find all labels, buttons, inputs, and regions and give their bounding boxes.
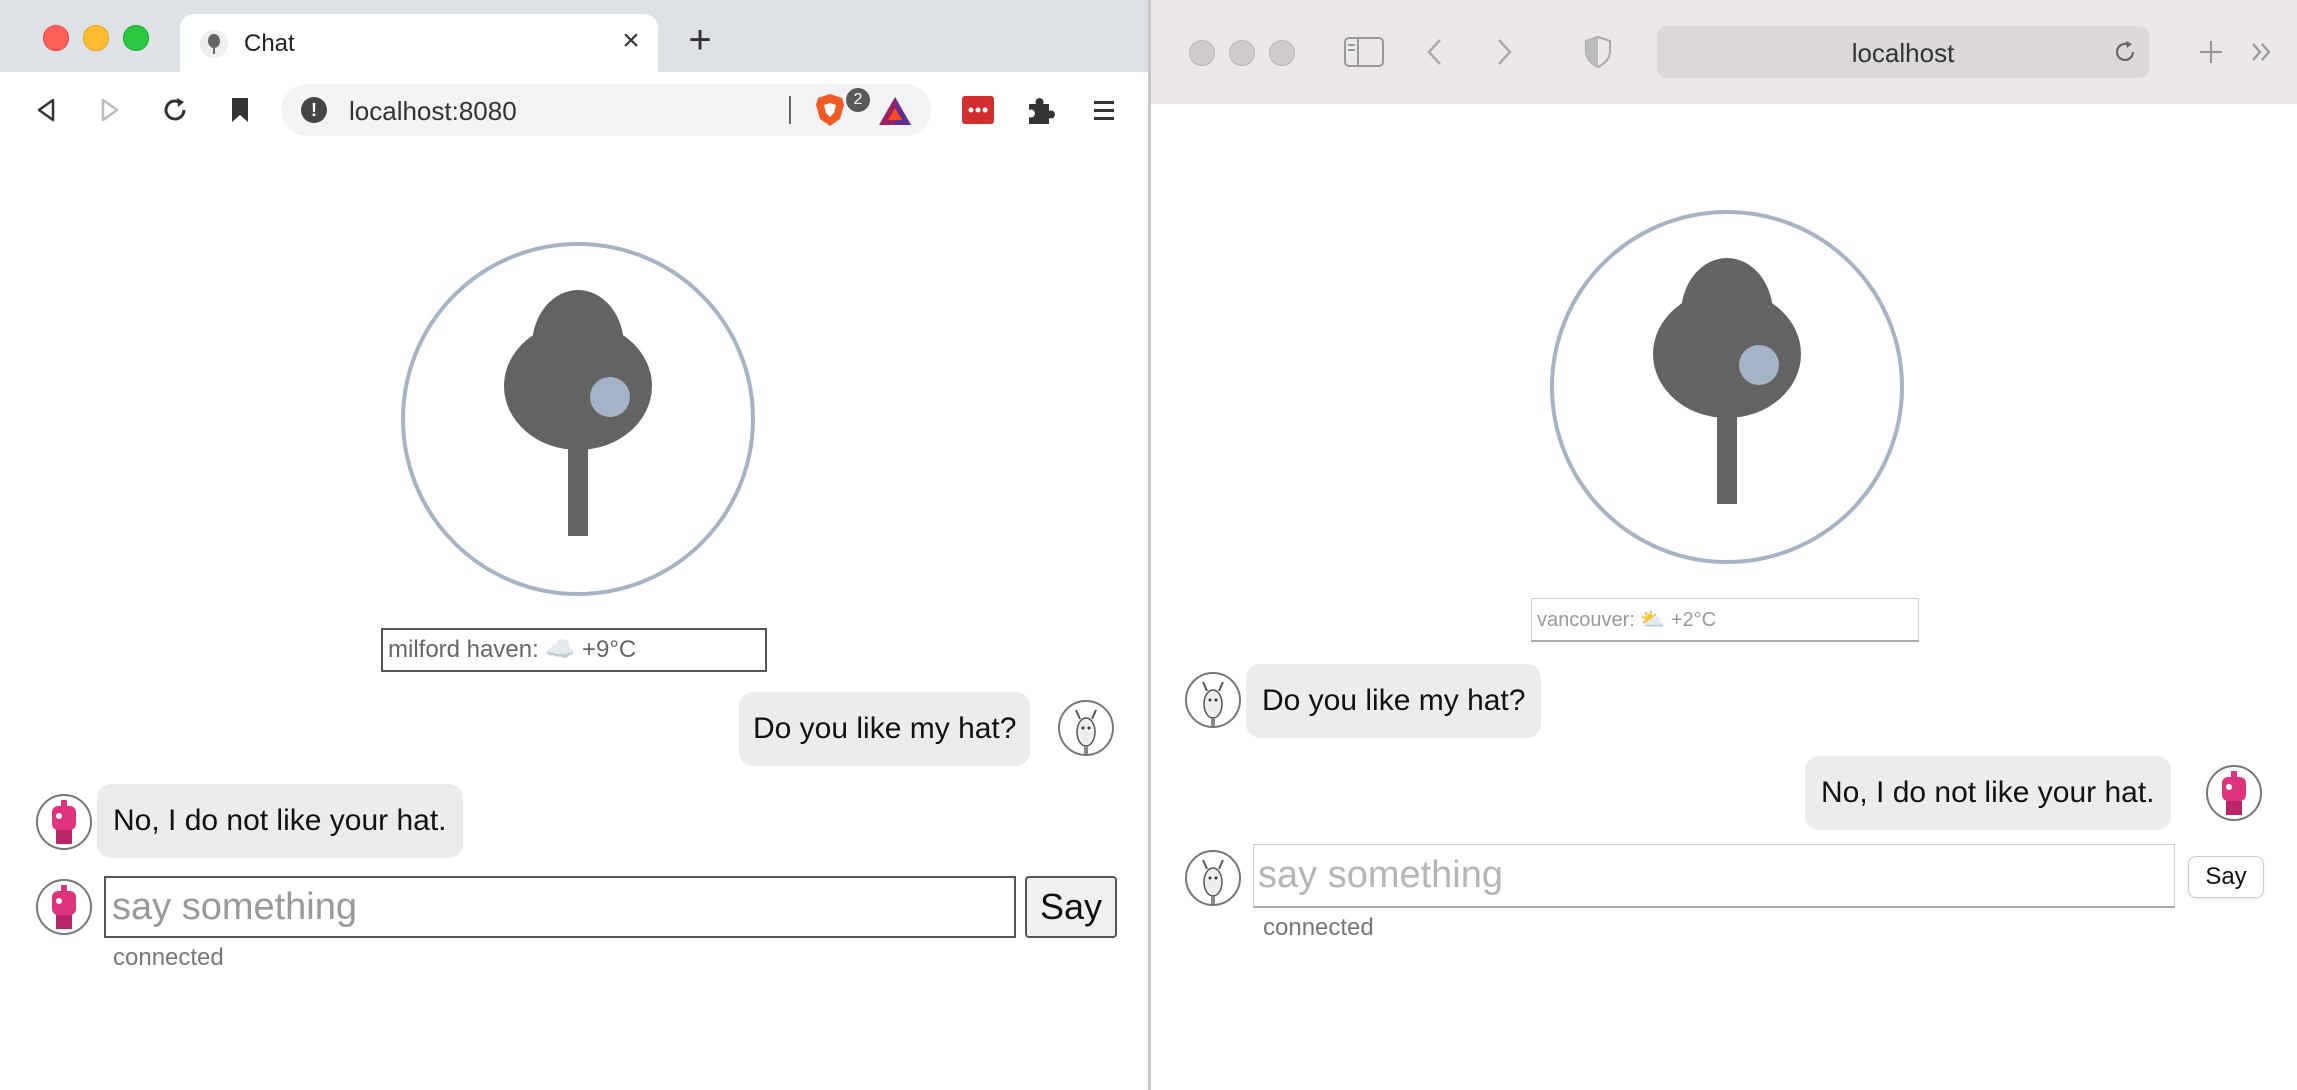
tab-title: Chat <box>244 30 295 57</box>
site-info-icon[interactable]: ! <box>301 97 327 123</box>
message-input[interactable]: say something <box>104 876 1016 938</box>
pink-robot-avatar <box>2206 765 2262 821</box>
overflow-chevron-icon[interactable] <box>2242 32 2282 72</box>
menu-hamburger-icon[interactable] <box>1084 90 1124 130</box>
chat-message-bubble: Do you like my hat? <box>739 692 1031 766</box>
url-text: localhost:8080 <box>349 96 517 126</box>
zoom-window-button[interactable] <box>123 25 149 51</box>
weather-widget: vancouver: ⛅ +2°C <box>1531 598 1919 642</box>
say-button[interactable]: Say <box>1025 876 1117 938</box>
pink-robot-avatar <box>36 794 92 850</box>
bat-rewards-icon[interactable] <box>876 92 914 130</box>
extensions-puzzle-icon[interactable] <box>1021 90 1061 130</box>
connection-status: connected <box>1263 914 1374 941</box>
pink-robot-avatar <box>36 879 92 935</box>
browser-toolbar: localhost <box>1151 0 2297 105</box>
forward-icon[interactable] <box>90 90 130 130</box>
close-window-button[interactable] <box>43 25 69 51</box>
forward-icon[interactable] <box>1484 32 1524 72</box>
connection-status: connected <box>113 944 224 971</box>
privacy-shield-icon[interactable] <box>1578 32 1618 72</box>
address-bar[interactable]: ! localhost:8080 2 <box>281 84 931 136</box>
brave-shields-icon[interactable] <box>811 91 849 129</box>
minimize-window-button[interactable] <box>1229 40 1255 66</box>
zoom-window-button[interactable] <box>1269 40 1295 66</box>
sidebar-toggle-icon[interactable] <box>1344 32 1384 72</box>
goat-avatar <box>1058 700 1114 756</box>
chat-message-bubble: Do you like my hat? <box>1246 664 1542 738</box>
back-icon[interactable] <box>26 90 66 130</box>
weather-widget: milford haven: ☁️ +9°C <box>381 628 767 672</box>
minimize-window-button[interactable] <box>83 25 109 51</box>
tree-logo-icon <box>1550 210 1904 564</box>
password-manager-extension-icon[interactable] <box>958 90 998 130</box>
tree-favicon-icon <box>200 30 228 58</box>
page-content: vancouver: ⛅ +2°C Do you like my hat? No… <box>1151 104 2297 1090</box>
safari-browser-window: localhost vancouver: ⛅ +2°C Do you like <box>1151 0 2297 1090</box>
new-tab-icon[interactable]: + <box>680 20 720 60</box>
omnibox-divider <box>789 96 791 124</box>
chat-message-bubble: No, I do not like your hat. <box>1805 756 2171 830</box>
tab-chat[interactable]: Chat × <box>180 14 658 72</box>
reload-icon[interactable] <box>2111 38 2139 66</box>
goat-avatar <box>1185 672 1241 728</box>
brave-browser-window: Chat × + ! localhost:8080 2 milford have… <box>0 0 1149 1090</box>
tab-strip: Chat × + <box>0 0 1148 72</box>
chat-message-bubble: No, I do not like your hat. <box>97 784 463 858</box>
bookmark-icon[interactable] <box>220 90 260 130</box>
page-content: milford haven: ☁️ +9°C Do you like my ha… <box>0 148 1148 1090</box>
reload-icon[interactable] <box>155 90 195 130</box>
say-button[interactable]: Say <box>2188 856 2264 898</box>
new-tab-icon[interactable] <box>2191 32 2231 72</box>
url-text: localhost <box>1851 38 1955 68</box>
tree-logo-icon <box>401 242 755 596</box>
close-window-button[interactable] <box>1189 40 1215 66</box>
back-icon[interactable] <box>1415 32 1455 72</box>
tab-close-icon[interactable]: × <box>614 24 648 58</box>
shields-count-badge: 2 <box>846 88 870 112</box>
goat-avatar <box>1185 850 1241 906</box>
message-input[interactable]: say something <box>1253 844 2175 908</box>
address-bar[interactable]: localhost <box>1657 26 2149 78</box>
browser-toolbar: ! localhost:8080 2 <box>0 72 1148 149</box>
